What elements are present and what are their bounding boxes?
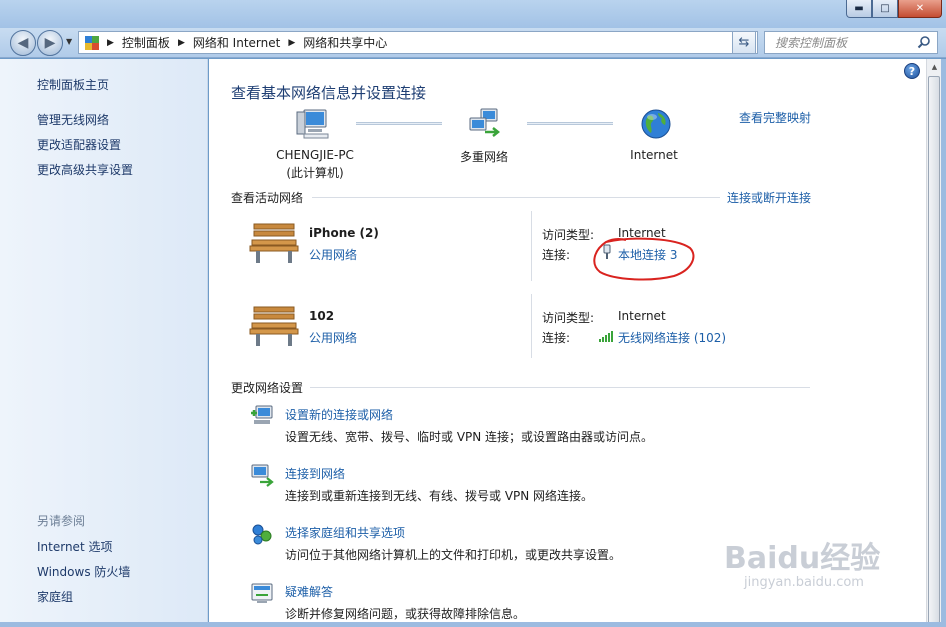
address-bar[interactable]: ▶ 控制面板 ▶ 网络和 Internet ▶ 网络和共享中心 ▼	[78, 31, 758, 54]
task-title-link[interactable]: 连接到网络	[285, 465, 345, 482]
search-icon[interactable]	[917, 35, 931, 49]
wireless-signal-icon	[599, 331, 613, 342]
map-connection-line	[527, 122, 613, 125]
window-controls: ▬ □ ✕	[846, 0, 942, 18]
connect-disconnect-link[interactable]: 连接或断开连接	[727, 189, 811, 206]
access-type-label: 访问类型:	[542, 311, 595, 325]
active-networks-heading: 查看活动网络	[231, 191, 304, 205]
network-name: 102	[309, 309, 335, 323]
vertical-scrollbar[interactable]: ▲	[926, 59, 942, 627]
map-connection-line	[356, 122, 442, 125]
public-network-bench-icon	[249, 306, 299, 346]
title-bar: ▬ □ ✕	[0, 0, 946, 28]
access-type-value: Internet	[618, 309, 666, 323]
search-placeholder: 搜索控制面板	[775, 36, 848, 50]
sidebar-item-advanced-sharing[interactable]: 更改高级共享设置	[37, 161, 133, 178]
watermark-url: jingyan.baidu.com	[744, 575, 864, 590]
forward-button[interactable]: ▶	[37, 30, 63, 56]
section-divider	[312, 197, 720, 198]
multiple-networks-label: 多重网络	[459, 150, 508, 164]
troubleshoot-icon	[251, 583, 273, 603]
task-description: 诊断并修复网络问题，或获得故障排除信息。	[285, 607, 526, 621]
connect-network-icon	[251, 464, 274, 487]
internet-globe-icon	[641, 109, 671, 139]
back-button[interactable]: ◀	[10, 30, 36, 56]
window-frame-bottom	[0, 622, 946, 627]
computer-subtitle: (此计算机)	[286, 166, 344, 180]
public-network-bench-icon	[249, 223, 299, 263]
task-description: 访问位于其他网络计算机上的文件和打印机，或更改共享设置。	[285, 548, 622, 562]
connection-label: 连接:	[542, 248, 571, 262]
task-description: 连接到或重新连接到无线、有线、拨号或 VPN 网络连接。	[285, 489, 594, 503]
breadcrumb-separator-icon: ▶	[177, 37, 185, 48]
task-title-link[interactable]: 选择家庭组和共享选项	[285, 524, 405, 541]
breadcrumb-control-panel[interactable]: 控制面板	[122, 34, 170, 51]
computer-node-label: CHENGJIE-PC (此计算机)	[255, 148, 375, 181]
view-full-map-link[interactable]: 查看完整映射	[739, 109, 811, 126]
search-input[interactable]: 搜索控制面板	[764, 31, 938, 54]
window-frame-right	[941, 59, 946, 627]
navigation-bar: ◀ ▶ ▼ ▶ 控制面板 ▶ 网络和 Internet ▶ 网络和共享中心 ▼ …	[0, 28, 946, 58]
baidu-watermark: Baidu经验 jingyan.baidu.com	[724, 541, 881, 591]
sidebar-item-homegroup[interactable]: 家庭组	[37, 588, 73, 605]
network-name: iPhone (2)	[309, 226, 379, 240]
close-button[interactable]: ✕	[898, 0, 942, 18]
left-pane: 控制面板主页 管理无线网络 更改适配器设置 更改高级共享设置 另请参阅 Inte…	[0, 59, 208, 623]
sidebar-item-windows-firewall[interactable]: Windows 防火墙	[37, 563, 130, 580]
change-settings-heading: 更改网络设置	[231, 381, 304, 395]
refresh-button[interactable]: ⇆	[732, 31, 756, 54]
multiple-networks-icon	[469, 108, 501, 137]
arrow-right-icon: ▶	[44, 35, 56, 51]
control-panel-icon	[85, 35, 99, 50]
network-type-link[interactable]: 公用网络	[309, 246, 357, 263]
scroll-up-arrow-icon[interactable]: ▲	[927, 59, 942, 75]
minimize-button[interactable]: ▬	[846, 0, 872, 18]
network-divider	[531, 211, 532, 281]
task-title-link[interactable]: 疑难解答	[285, 583, 333, 600]
homegroup-icon	[252, 524, 272, 545]
refresh-icon: ⇆	[738, 35, 750, 50]
sidebar-item-change-adapter[interactable]: 更改适配器设置	[37, 136, 121, 153]
wireless-connection-link[interactable]: 无线网络连接 (102)	[618, 329, 726, 346]
red-annotation-circle	[593, 237, 695, 281]
recent-pages-dropdown[interactable]: ▼	[66, 37, 72, 46]
arrow-left-icon: ◀	[17, 35, 29, 51]
setup-connection-icon	[251, 405, 273, 424]
page-title: 查看基本网络信息并设置连接	[231, 84, 427, 102]
breadcrumb-separator-icon: ▶	[288, 37, 296, 48]
maximize-button[interactable]: □	[872, 0, 898, 18]
section-divider	[310, 387, 810, 388]
computer-icon	[296, 109, 329, 139]
breadcrumb-separator-icon: ▶	[107, 37, 114, 48]
breadcrumb-network-internet[interactable]: 网络和 Internet	[193, 34, 280, 51]
sidebar-item-manage-wireless[interactable]: 管理无线网络	[37, 111, 109, 128]
sidebar-item-control-panel-home[interactable]: 控制面板主页	[37, 76, 109, 93]
breadcrumb-network-sharing-center[interactable]: 网络和共享中心	[303, 34, 387, 51]
access-type-label: 访问类型:	[542, 228, 595, 242]
computer-name: CHENGJIE-PC	[276, 148, 354, 162]
network-type-link[interactable]: 公用网络	[309, 329, 357, 346]
watermark-text: Baidu经验	[724, 541, 881, 576]
connection-label: 连接:	[542, 331, 571, 345]
scrollbar-thumb[interactable]	[928, 76, 940, 627]
task-title-link[interactable]: 设置新的连接或网络	[285, 406, 393, 423]
network-divider	[531, 294, 532, 358]
task-description: 设置无线、宽带、拨号、临时或 VPN 连接；或设置路由器或访问点。	[285, 430, 654, 444]
help-icon[interactable]: ?	[904, 63, 920, 79]
internet-node-label: Internet	[630, 148, 678, 162]
see-also-heading: 另请参阅	[37, 514, 86, 528]
sidebar-item-internet-options[interactable]: Internet 选项	[37, 538, 112, 555]
